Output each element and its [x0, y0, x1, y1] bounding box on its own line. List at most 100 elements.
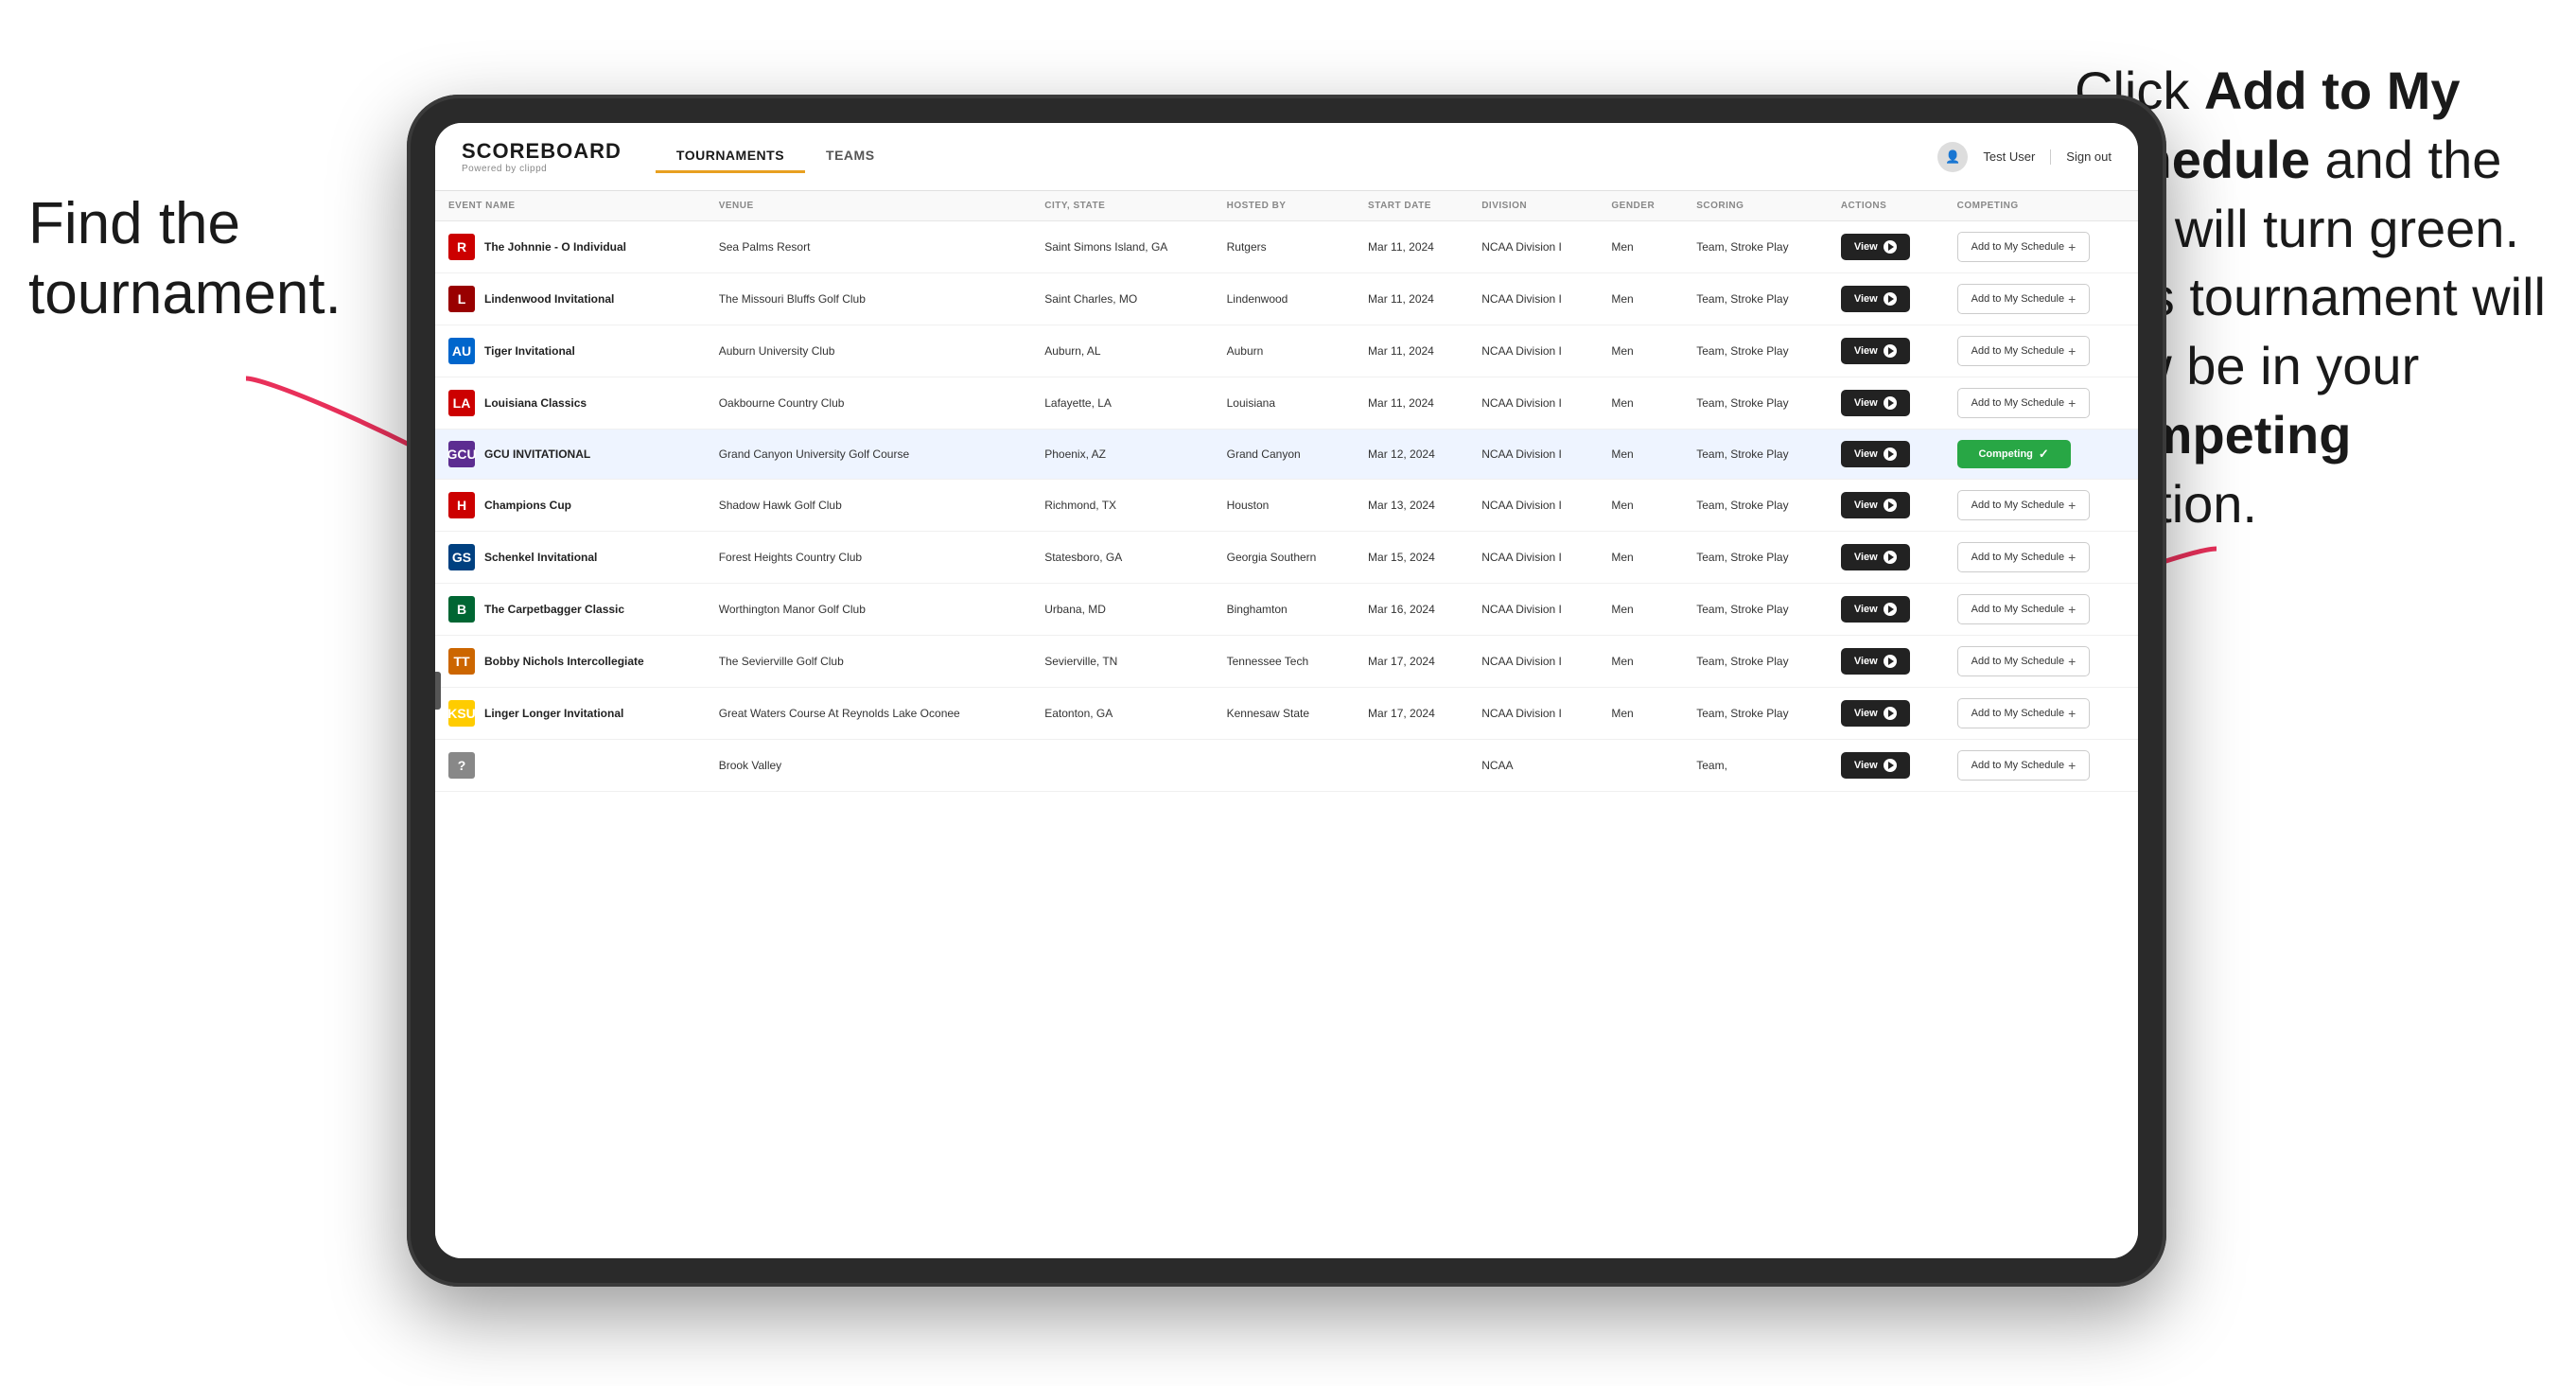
event-name: Champions Cup [484, 499, 571, 512]
event-name: GCU INVITATIONAL [484, 447, 590, 461]
view-button[interactable]: View [1841, 544, 1910, 570]
division-cell: NCAA Division I [1468, 221, 1598, 273]
view-label: View [1854, 448, 1878, 460]
view-label: View [1854, 500, 1878, 511]
view-button[interactable]: View [1841, 338, 1910, 364]
view-button[interactable]: View [1841, 596, 1910, 623]
division-cell: NCAA Division I [1468, 325, 1598, 377]
venue-cell: Shadow Hawk Golf Club [706, 480, 1032, 532]
gender-cell: Men [1598, 636, 1683, 688]
event-name-cell-5: HChampions Cup [435, 480, 706, 532]
tab-teams[interactable]: TEAMS [805, 140, 896, 173]
annotation-left: Find the tournament. [28, 189, 388, 330]
start-date-cell: Mar 17, 2024 [1355, 688, 1468, 740]
play-icon [1884, 240, 1897, 254]
plus-icon: + [2068, 654, 2076, 669]
venue-cell: Brook Valley [706, 740, 1032, 792]
scoring-cell: Team, [1683, 740, 1828, 792]
hosted-by-cell: Houston [1214, 480, 1355, 532]
start-date-cell: Mar 11, 2024 [1355, 273, 1468, 325]
event-name-cell-2: AUTiger Invitational [435, 325, 706, 377]
table-body: RThe Johnnie - O IndividualSea Palms Res… [435, 221, 2138, 792]
play-icon [1884, 447, 1897, 461]
add-schedule-label: Add to My Schedule [1971, 656, 2064, 667]
competing-cell: Add to My Schedule+ [1944, 325, 2138, 377]
competing-cell: Add to My Schedule+ [1944, 740, 2138, 792]
view-button[interactable]: View [1841, 752, 1910, 779]
view-button[interactable]: View [1841, 286, 1910, 312]
start-date-cell: Mar 17, 2024 [1355, 636, 1468, 688]
venue-cell: Oakbourne Country Club [706, 377, 1032, 430]
gender-cell: Men [1598, 584, 1683, 636]
play-icon [1884, 551, 1897, 564]
venue-cell: Auburn University Club [706, 325, 1032, 377]
venue-cell: The Sevierville Golf Club [706, 636, 1032, 688]
gender-cell: Men [1598, 377, 1683, 430]
col-start-date: START DATE [1355, 191, 1468, 221]
add-schedule-label: Add to My Schedule [1971, 760, 2064, 771]
division-cell: NCAA Division I [1468, 377, 1598, 430]
app-header: SCOREBOARD Powered by clippd TOURNAMENTS… [435, 123, 2138, 191]
gender-cell: Men [1598, 221, 1683, 273]
plus-icon: + [2068, 706, 2076, 721]
competing-button[interactable]: Competing✓ [1957, 440, 2071, 468]
tab-tournaments[interactable]: TOURNAMENTS [656, 140, 805, 173]
add-to-schedule-button[interactable]: Add to My Schedule+ [1957, 490, 2091, 520]
view-button[interactable]: View [1841, 492, 1910, 518]
venue-cell: Great Waters Course At Reynolds Lake Oco… [706, 688, 1032, 740]
logo-title: SCOREBOARD [462, 139, 622, 164]
division-cell: NCAA Division I [1468, 532, 1598, 584]
view-button[interactable]: View [1841, 234, 1910, 260]
col-gender: GENDER [1598, 191, 1683, 221]
play-icon [1884, 655, 1897, 668]
tablet-screen: SCOREBOARD Powered by clippd TOURNAMENTS… [435, 123, 2138, 1258]
add-to-schedule-button[interactable]: Add to My Schedule+ [1957, 284, 2091, 314]
gender-cell: Men [1598, 532, 1683, 584]
check-icon: ✓ [2039, 447, 2049, 462]
play-icon [1884, 759, 1897, 772]
add-to-schedule-button[interactable]: Add to My Schedule+ [1957, 698, 2091, 728]
view-button[interactable]: View [1841, 648, 1910, 675]
add-to-schedule-button[interactable]: Add to My Schedule+ [1957, 594, 2091, 624]
event-name: Linger Longer Invitational [484, 707, 623, 720]
city-state-cell: Richmond, TX [1031, 480, 1213, 532]
city-state-cell: Saint Simons Island, GA [1031, 221, 1213, 273]
add-to-schedule-button[interactable]: Add to My Schedule+ [1957, 232, 2091, 262]
view-button[interactable]: View [1841, 390, 1910, 416]
add-to-schedule-button[interactable]: Add to My Schedule+ [1957, 542, 2091, 572]
table-row: GCUGCU INVITATIONALGrand Canyon Universi… [435, 430, 2138, 480]
start-date-cell: Mar 12, 2024 [1355, 430, 1468, 480]
event-name: Louisiana Classics [484, 396, 587, 410]
play-icon [1884, 344, 1897, 358]
team-logo: KSU [448, 700, 475, 727]
side-nav-dot[interactable] [435, 672, 441, 710]
col-city-state: CITY, STATE [1031, 191, 1213, 221]
add-to-schedule-button[interactable]: Add to My Schedule+ [1957, 388, 2091, 418]
division-cell: NCAA Division I [1468, 430, 1598, 480]
venue-cell: Worthington Manor Golf Club [706, 584, 1032, 636]
gender-cell [1598, 740, 1683, 792]
view-button[interactable]: View [1841, 441, 1910, 467]
add-to-schedule-button[interactable]: Add to My Schedule+ [1957, 336, 2091, 366]
table-row: GSSchenkel InvitationalForest Heights Co… [435, 532, 2138, 584]
division-cell: NCAA Division I [1468, 273, 1598, 325]
city-state-cell: Statesboro, GA [1031, 532, 1213, 584]
view-button[interactable]: View [1841, 700, 1910, 727]
col-venue: VENUE [706, 191, 1032, 221]
competing-cell: Add to My Schedule+ [1944, 584, 2138, 636]
event-name-cell-3: LALouisiana Classics [435, 377, 706, 430]
event-name-cell-6: GSSchenkel Invitational [435, 532, 706, 584]
hosted-by-cell: Grand Canyon [1214, 430, 1355, 480]
table-row: TTBobby Nichols IntercollegiateThe Sevie… [435, 636, 2138, 688]
start-date-cell: Mar 11, 2024 [1355, 377, 1468, 430]
table-row: RThe Johnnie - O IndividualSea Palms Res… [435, 221, 2138, 273]
competing-cell: Add to My Schedule+ [1944, 688, 2138, 740]
add-to-schedule-button[interactable]: Add to My Schedule + [1957, 646, 2091, 676]
plus-icon: + [2068, 602, 2076, 617]
sign-out-link[interactable]: Sign out [2066, 149, 2112, 164]
competing-cell: Add to My Schedule + [1944, 636, 2138, 688]
add-to-schedule-button[interactable]: Add to My Schedule+ [1957, 750, 2091, 781]
view-label: View [1854, 241, 1878, 253]
competing-cell: Competing✓ [1944, 430, 2138, 480]
event-name: Lindenwood Invitational [484, 292, 614, 306]
